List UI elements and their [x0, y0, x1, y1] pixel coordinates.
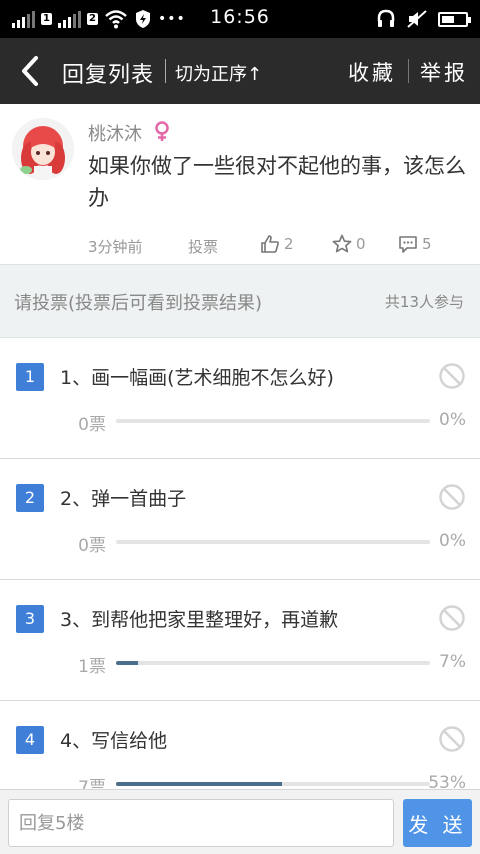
vote-participants: 共13人参与 [384, 293, 464, 311]
option-progress-track [116, 782, 430, 786]
vote-option[interactable]: 2 2、弹一首曲子 0票 0% [0, 459, 480, 580]
option-vote-count: 1票 [78, 657, 106, 677]
favorite-button[interactable]: 收藏 [348, 57, 396, 87]
headset-icon [377, 9, 395, 27]
option-text: 4、写信给他 [60, 730, 168, 752]
title-divider [165, 59, 166, 83]
favorite-count-button[interactable]: 0 [332, 234, 366, 254]
thumbs-up-icon [261, 235, 279, 253]
favorite-count: 0 [356, 235, 366, 253]
vote-option[interactable]: 1 1、画一幅画(艺术细胞不怎么好) 0票 0% [0, 338, 480, 459]
status-right [376, 8, 471, 30]
comment-count: 5 [422, 235, 432, 253]
post-content: 如果你做了一些很对不起他的事，该怎么办 [88, 154, 466, 210]
ban-icon [439, 484, 465, 510]
option-progress-track [116, 540, 430, 544]
status-bar: 1 2 ••• 16:56 [0, 0, 480, 38]
vote-prompt: 请投票(投票后可看到投票结果) [14, 293, 263, 314]
female-icon [155, 121, 169, 141]
page-title: 回复列表 [62, 63, 155, 88]
mute-icon [407, 10, 427, 28]
option-number-badge: 4 [16, 726, 44, 754]
post-meta: 3分钟前 投票 2 0 5 [88, 234, 468, 258]
option-vote-count: 0票 [78, 415, 106, 435]
ban-icon [439, 363, 465, 389]
option-percent: 0% [439, 410, 466, 430]
vote-header: 请投票(投票后可看到投票结果) 共13人参与 [0, 264, 480, 338]
ban-icon [439, 605, 465, 631]
option-percent: 0% [439, 531, 466, 551]
battery-icon [438, 11, 471, 27]
comment-button[interactable]: 5 [398, 234, 432, 254]
option-progress-track [116, 661, 430, 665]
option-progress-track [116, 419, 430, 423]
reply-bar: 发 送 [0, 789, 480, 854]
option-text: 2、弹一首曲子 [60, 488, 187, 510]
ban-icon [439, 726, 465, 752]
report-button[interactable]: 举报 [420, 57, 468, 87]
option-number-badge: 3 [16, 605, 44, 633]
avatar[interactable] [12, 118, 74, 180]
option-percent: 7% [439, 652, 466, 672]
back-button[interactable] [14, 52, 48, 90]
star-icon [332, 234, 352, 253]
comment-icon [399, 236, 417, 253]
send-button[interactable]: 发 送 [403, 799, 472, 847]
vote-option[interactable]: 3 3、到帮他把家里整理好，再道歉 1票 7% [0, 580, 480, 701]
like-count: 2 [284, 235, 294, 253]
sort-order-button[interactable]: 切为正序↑ [175, 60, 262, 86]
post-time: 3分钟前 [88, 238, 143, 256]
vote-link[interactable]: 投票 [188, 236, 218, 257]
reply-input[interactable] [8, 799, 394, 847]
post-card: 桃沐沐 如果你做了一些很对不起他的事，该怎么办 3分钟前 投票 2 0 5 [0, 104, 480, 264]
option-text: 3、到帮他把家里整理好，再道歉 [60, 609, 339, 631]
title-bar: 回复列表 切为正序↑ 收藏 举报 [0, 38, 480, 104]
option-progress-fill [116, 782, 283, 786]
option-vote-count: 0票 [78, 536, 106, 556]
title-divider-2 [408, 59, 409, 83]
option-number-badge: 1 [16, 363, 44, 391]
like-button[interactable]: 2 [260, 234, 294, 254]
option-progress-fill [116, 661, 138, 665]
chevron-left-icon [22, 56, 38, 86]
avatar-image [12, 118, 74, 180]
option-text: 1、画一幅画(艺术细胞不怎么好) [60, 367, 334, 389]
username[interactable]: 桃沐沐 [88, 120, 142, 146]
option-number-badge: 2 [16, 484, 44, 512]
